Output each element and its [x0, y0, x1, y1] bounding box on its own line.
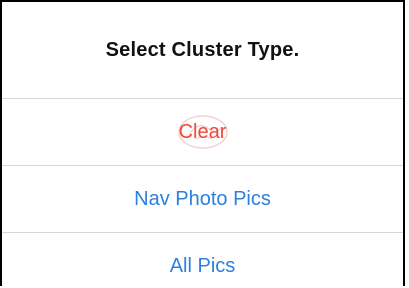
all-pics-label: All Pics: [169, 254, 236, 277]
cluster-type-action-sheet: Select Cluster Type. Clear Nav Photo Pic…: [0, 0, 405, 286]
all-pics-button[interactable]: All Pics: [2, 233, 403, 286]
clear-button[interactable]: Clear: [2, 99, 403, 166]
nav-photo-pics-label: Nav Photo Pics: [134, 187, 271, 210]
action-sheet-header: Select Cluster Type.: [2, 2, 403, 99]
action-sheet-title: Select Cluster Type.: [105, 38, 300, 61]
clear-label: Clear: [178, 120, 227, 143]
nav-photo-pics-button[interactable]: Nav Photo Pics: [2, 166, 403, 233]
